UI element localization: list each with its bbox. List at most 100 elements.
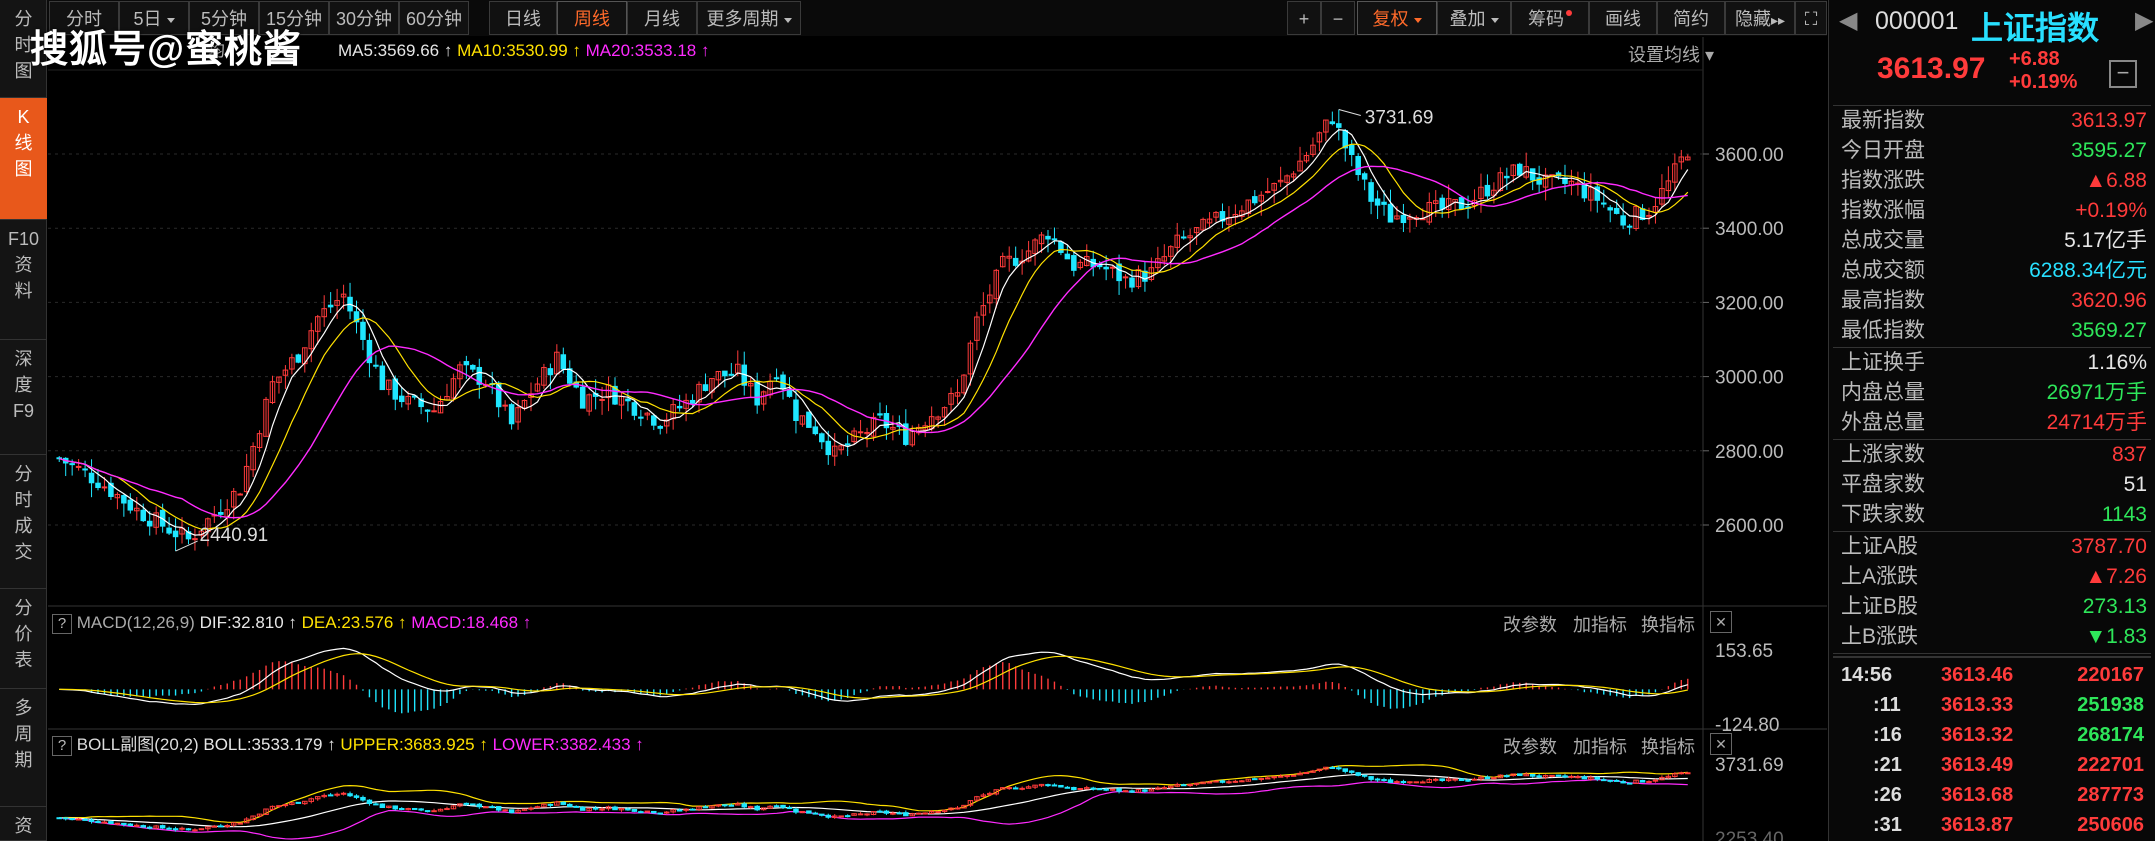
boll-body	[1387, 779, 1394, 783]
boll-body	[1361, 774, 1368, 777]
boll-body	[1639, 779, 1646, 783]
toolbar: 分时 5日 5分钟 15分钟 30分钟 60分钟 日线 周线 月线 更多周期 + − 复权 叠加 筹码 画线简…	[47, 0, 1827, 36]
period-tab-8[interactable]: 月线	[627, 1, 697, 35]
boll-help-icon[interactable]: ?	[52, 736, 72, 756]
candle-body	[1064, 253, 1071, 260]
boll-body	[864, 813, 870, 816]
tick-time: :31	[1873, 814, 1902, 836]
boll-body	[179, 827, 185, 830]
quote-value: 3613.97	[2071, 109, 2147, 132]
left-nav: 分 时 图K 线 图 F10 资 料深 度 F9 分 时 成 交分 价 表多 周 期…	[0, 0, 47, 841]
left-nav-item-7[interactable]: 资	[0, 807, 47, 841]
y-axis-label: 3200.00	[1715, 293, 1784, 314]
quote-value: 5.17亿手	[2064, 229, 2147, 252]
boll-body	[1213, 780, 1219, 783]
candle-body	[1109, 266, 1116, 269]
quote-label: 上B涨跌	[1841, 625, 1919, 648]
boll-body	[75, 818, 82, 821]
left-nav-item-1[interactable]: K 线 图	[0, 98, 47, 220]
candle-body	[676, 405, 683, 409]
zoom-out-icon-label: −	[1332, 9, 1344, 29]
candle-body	[1045, 235, 1051, 240]
boll-body	[276, 805, 282, 808]
left-nav-item-5[interactable]: 分 价 表	[0, 589, 47, 689]
boll-body	[166, 827, 172, 830]
candle-body	[1620, 215, 1626, 226]
tick-volume: 268174	[2077, 724, 2144, 746]
quote-label: 上证换手	[1841, 351, 1925, 374]
draw-line-button[interactable]: 画线	[1589, 1, 1657, 35]
left-nav-item-3[interactable]: 深 度 F9	[0, 340, 47, 455]
boll-body	[722, 804, 728, 807]
boll-body	[1239, 780, 1245, 783]
boll-body	[198, 828, 205, 831]
left-nav-item-2[interactable]: F10 资 料	[0, 220, 47, 340]
ma-settings-button[interactable]: 设置均线 ▾	[1628, 41, 1714, 67]
quote-label: 下跌家数	[1841, 503, 1925, 526]
boll-body	[560, 801, 567, 805]
period-tab-7[interactable]: 周线	[557, 1, 627, 35]
candle-body	[75, 465, 82, 468]
simple-button[interactable]: 简约	[1657, 1, 1725, 35]
boll-close-icon[interactable]: ✕	[1710, 733, 1732, 755]
collapse-icon[interactable]: −	[2109, 60, 2137, 88]
candle-body	[1374, 198, 1381, 206]
quote-row: 总成交额 6288.34亿元	[1841, 256, 2147, 286]
zoom-in-icon[interactable]: +	[1287, 1, 1321, 35]
boll-swap-indicator[interactable]: 换指标	[1641, 733, 1695, 759]
boll-body	[159, 825, 166, 829]
zoom-out-icon[interactable]: −	[1321, 1, 1355, 35]
fullscreen-icon[interactable]: ⛶	[1795, 1, 1827, 35]
macd-help-icon[interactable]: ?	[52, 614, 72, 634]
candle-body	[1012, 257, 1019, 266]
period-tab-6[interactable]: 日线	[489, 1, 557, 35]
kline-chart-svg[interactable]: 3600.00 3400.00 3200.00 3000.00 2800.00 2600.…	[48, 37, 1827, 841]
tick-volume: 222701	[2077, 754, 2144, 776]
overlay-button-label: 叠加	[1449, 9, 1486, 29]
period-tab-9[interactable]: 更多周期	[697, 1, 801, 35]
fuquan-button-label: 复权	[1372, 9, 1409, 29]
tick-time: :21	[1873, 754, 1902, 776]
candle-body	[1516, 163, 1523, 176]
macd-close-icon[interactable]: ✕	[1710, 611, 1732, 633]
left-nav-item-4[interactable]: 分 时 成 交	[0, 455, 47, 589]
period-tab-4[interactable]: 30分钟	[329, 1, 399, 35]
candle-body	[806, 411, 812, 428]
divider	[1833, 653, 2151, 654]
boll-body	[1142, 789, 1148, 792]
candle-body	[638, 416, 644, 419]
next-stock-icon[interactable]: ▶	[2135, 6, 2153, 35]
candle-body	[101, 486, 108, 489]
chevron-down-icon	[783, 17, 792, 23]
high-label: 3731.69	[1365, 108, 1434, 129]
fuquan-button[interactable]: 复权	[1357, 1, 1437, 35]
boll-body	[915, 812, 922, 815]
overlay-button[interactable]: 叠加	[1437, 1, 1511, 35]
boll-body	[1058, 784, 1064, 788]
kline-chart-area[interactable]: 3600.00 3400.00 3200.00 3000.00 2800.00 2600.…	[48, 37, 1827, 841]
macd-add-indicator[interactable]: 加指标	[1573, 611, 1627, 637]
quote-label: 内盘总量	[1841, 381, 1925, 404]
candle-body	[502, 404, 508, 407]
left-nav-item-6[interactable]: 多 周 期	[0, 689, 47, 807]
prev-stock-icon[interactable]: ◀	[1839, 6, 1857, 35]
tick-row: :26 3613.68 287773	[1829, 780, 2155, 810]
boll-edit-params[interactable]: 改参数	[1503, 733, 1557, 759]
boll-body	[69, 818, 75, 821]
quote-value: 24714万手	[2046, 411, 2147, 434]
boll-body	[954, 807, 961, 810]
tick-time: :16	[1873, 724, 1902, 746]
candle-body	[728, 373, 735, 376]
boll-body	[1400, 780, 1407, 784]
boll-body	[463, 802, 470, 805]
macd-swap-indicator[interactable]: 换指标	[1641, 611, 1695, 637]
period-tab-5[interactable]: 60分钟	[399, 1, 469, 35]
boll-body	[431, 810, 437, 813]
hide-button[interactable]: 隐藏▸▸	[1725, 1, 1795, 35]
chips-button[interactable]: 筹码	[1511, 1, 1589, 35]
macd-edit-params[interactable]: 改参数	[1503, 611, 1557, 637]
candle-body	[1626, 225, 1633, 228]
boll-add-indicator[interactable]: 加指标	[1573, 733, 1627, 759]
boll-body	[192, 829, 198, 832]
candle-body	[547, 368, 554, 376]
